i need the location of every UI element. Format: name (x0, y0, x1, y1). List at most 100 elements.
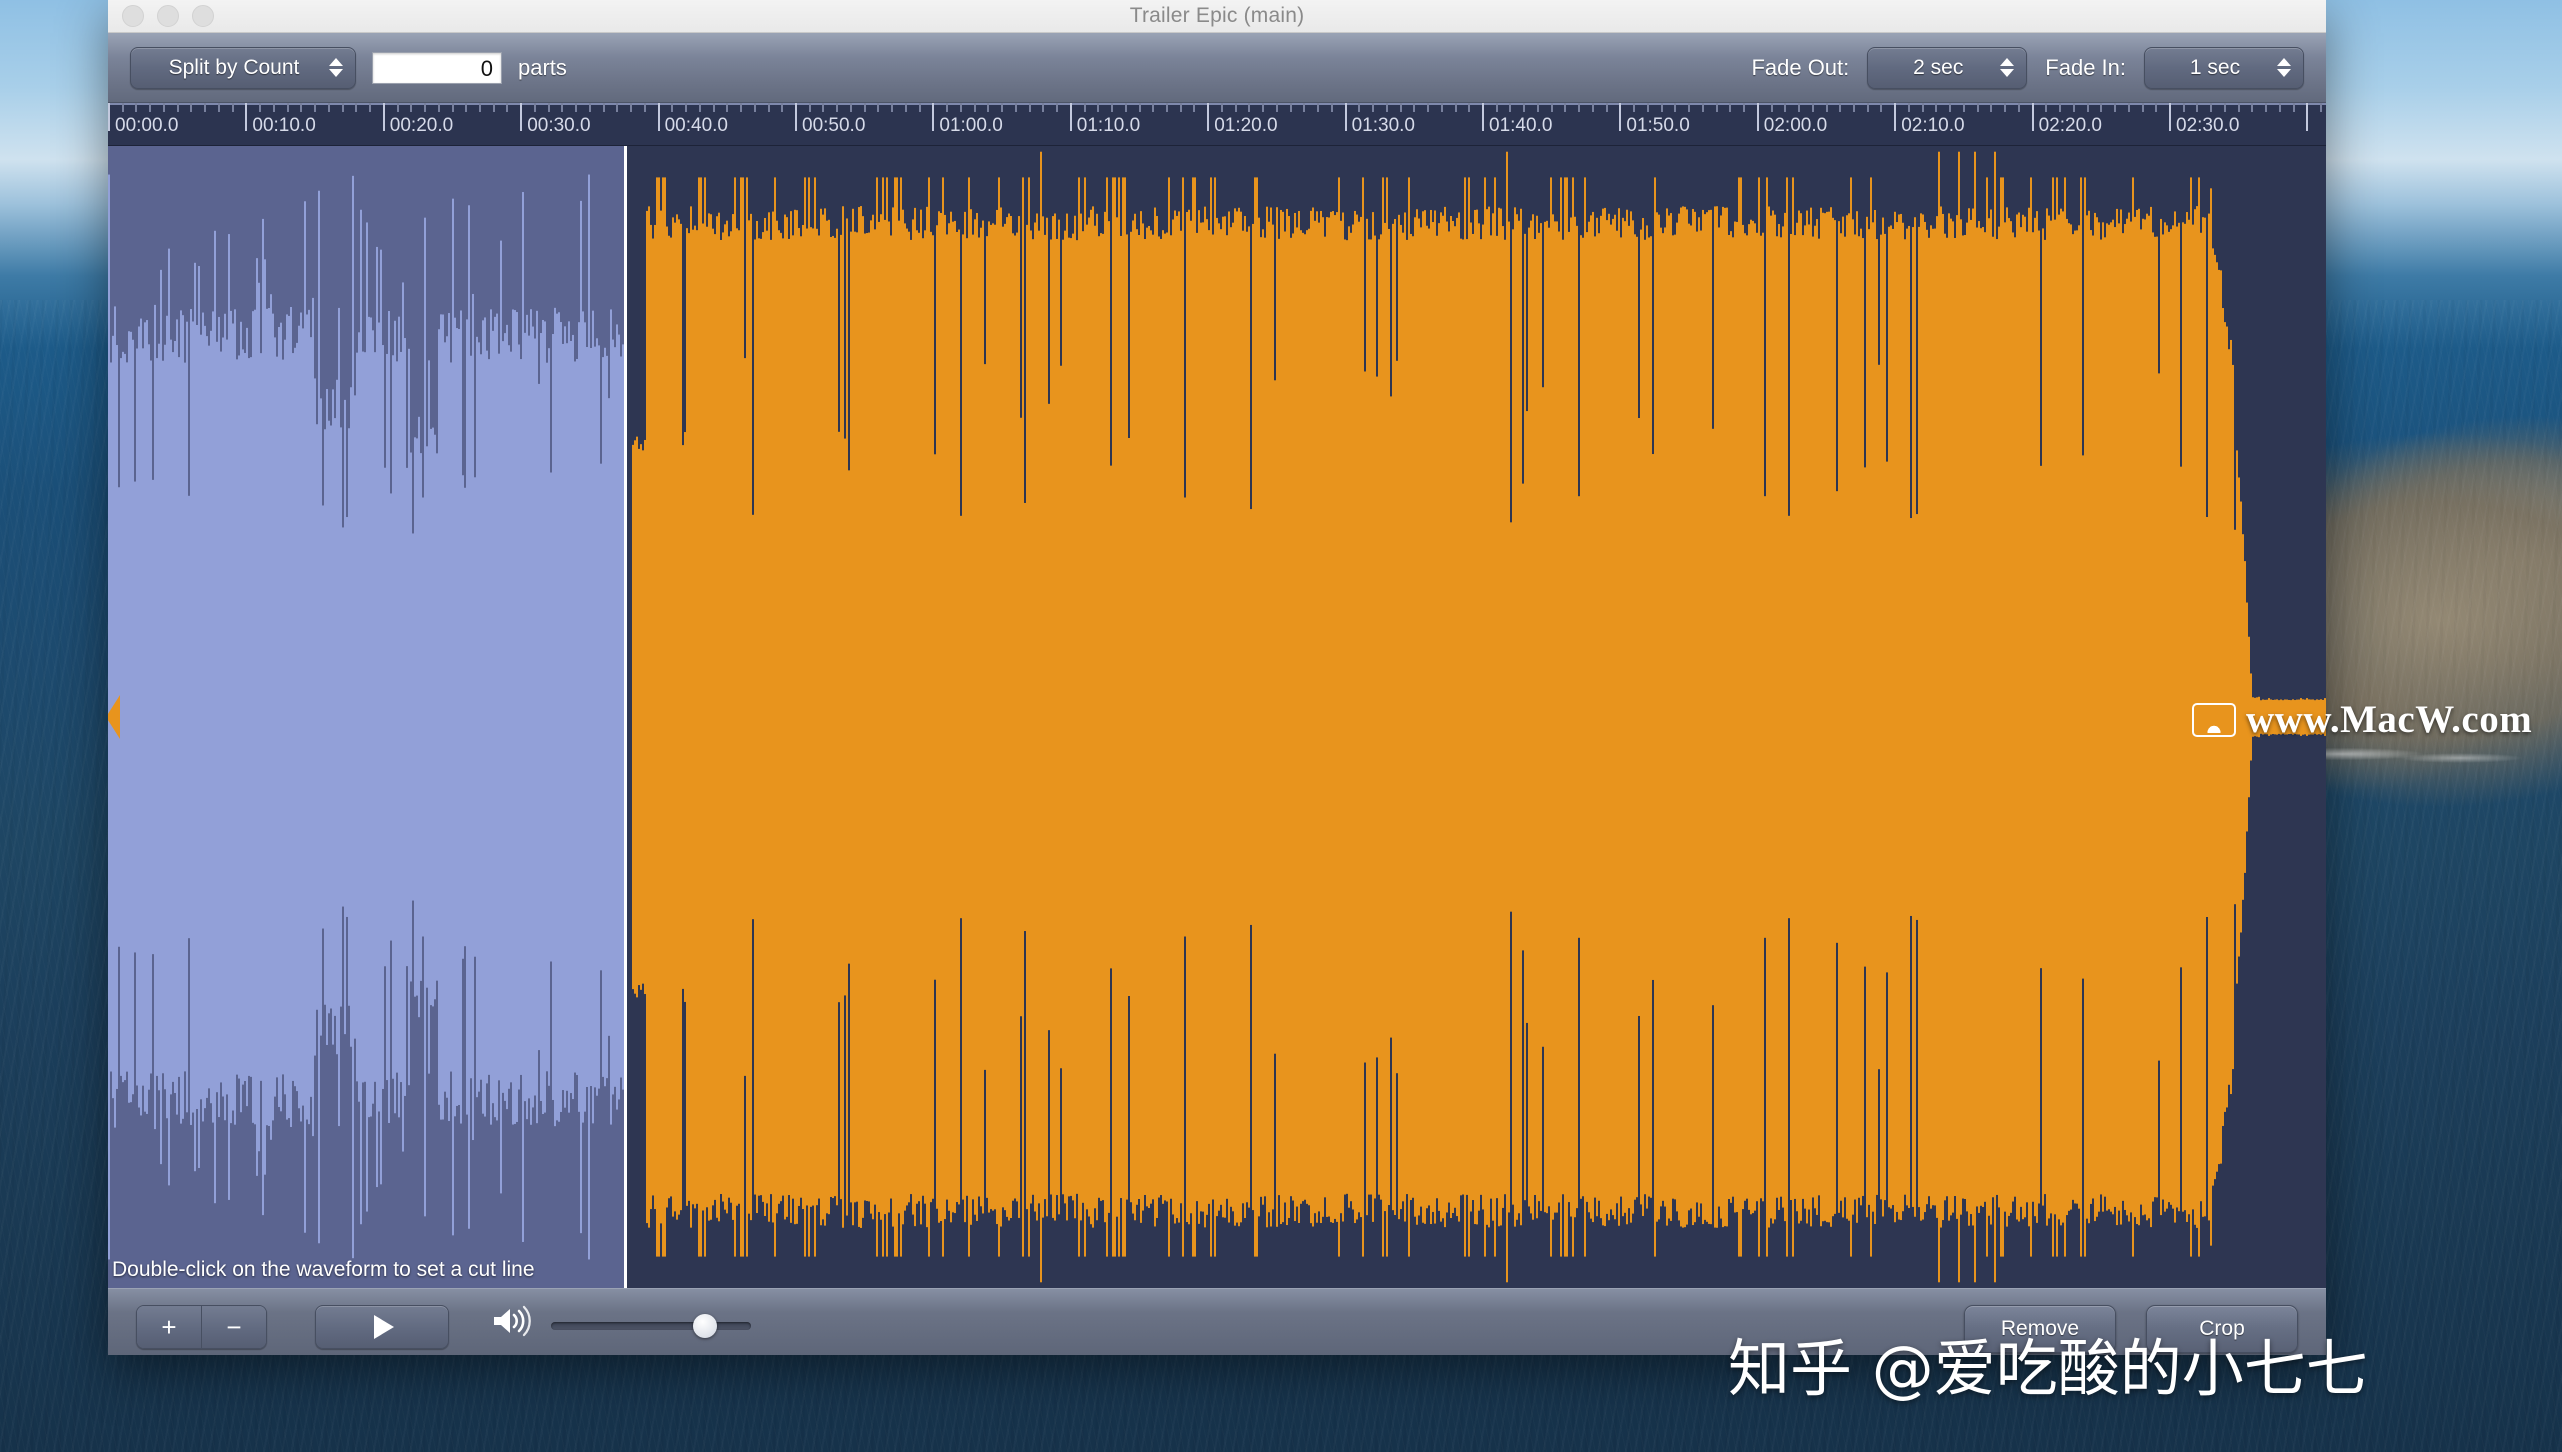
ruler-minor-tick (1289, 103, 1292, 112)
ruler-minor-tick (822, 103, 825, 112)
ruler-minor-tick (630, 103, 633, 112)
ruler-minor-tick (217, 103, 220, 112)
ruler-minor-tick (533, 103, 536, 112)
ruler-minor-tick (740, 103, 743, 112)
ruler-minor-tick (2100, 103, 2103, 112)
ruler-label: 01:50.0 (1626, 115, 1690, 136)
ruler-minor-tick (877, 103, 880, 112)
ruler-minor-tick (2017, 103, 2020, 112)
fade-in-popup[interactable]: 1 sec (2144, 46, 2304, 89)
ruler-minor-tick (1701, 103, 1704, 112)
ruler-minor-tick (1921, 103, 1924, 112)
ruler-minor-tick (2237, 103, 2240, 112)
ruler-minor-tick (1949, 103, 1952, 112)
ruler-minor-tick (437, 103, 440, 112)
ruler-minor-tick (1413, 103, 1416, 112)
ruler-minor-tick (808, 103, 811, 112)
ruler-minor-tick (1495, 103, 1498, 112)
ruler-minor-tick (190, 103, 193, 112)
ruler-minor-tick (1509, 103, 1512, 112)
ruler-label: 01:10.0 (1076, 115, 1141, 136)
ruler-minor-tick (904, 103, 907, 112)
ruler-minor-tick (1907, 103, 1910, 112)
split-mode-label: Split by Count (168, 55, 300, 79)
ruler-minor-tick (1179, 103, 1182, 112)
top-toolbar: Split by Count 0 parts Fade Out: 2 sec F… (108, 33, 2326, 103)
volume-slider-track (551, 1322, 751, 1330)
fade-out-value: 2 sec (1913, 55, 1964, 79)
ruler-minor-tick (1550, 103, 1553, 112)
ruler-minor-tick (1976, 103, 1979, 112)
fade-out-label: Fade Out: (1751, 54, 1850, 80)
ruler-minor-tick (1138, 103, 1141, 112)
ruler-minor-tick (1935, 103, 1938, 112)
ruler-minor-tick (1784, 103, 1787, 112)
ruler-label: 00:00.0 (115, 115, 179, 136)
ruler-minor-tick (1798, 103, 1801, 112)
parts-count-input[interactable]: 0 (372, 51, 502, 84)
play-icon (374, 1315, 394, 1339)
ruler-minor-tick (1880, 103, 1883, 112)
waveform-view[interactable]: Double-click on the waveform to set a cu… (108, 146, 2326, 1288)
zoom-button[interactable] (192, 5, 214, 27)
fade-in-value: 1 sec (2189, 55, 2241, 79)
ruler-minor-tick (2265, 103, 2268, 112)
ruler-minor-tick (314, 103, 317, 112)
ruler-minor-tick (616, 103, 619, 112)
ruler-minor-tick (973, 103, 976, 112)
ruler-minor-tick (300, 103, 303, 112)
ruler-minor-tick (1152, 103, 1155, 112)
ruler-minor-tick (1454, 103, 1457, 112)
ruler-minor-tick (946, 103, 949, 112)
window-titlebar: Trailer Epic (main) (108, 0, 2326, 33)
ruler-label: 00:50.0 (802, 115, 866, 136)
ruler-minor-tick (575, 103, 578, 112)
volume-slider-knob[interactable] (693, 1314, 717, 1338)
ruler-minor-tick (602, 103, 605, 112)
split-mode-popup[interactable]: Split by Count (130, 46, 356, 89)
close-button[interactable] (122, 5, 144, 27)
ruler-minor-tick (465, 103, 468, 112)
remove-button[interactable]: Remove (1964, 1305, 2116, 1353)
play-button[interactable] (315, 1305, 449, 1349)
ruler-minor-tick (506, 103, 509, 112)
ruler-label: 01:00.0 (939, 115, 1003, 136)
ruler-minor-tick (424, 103, 427, 112)
fade-out-stepper-icon (2000, 58, 2015, 77)
minimize-button[interactable] (157, 5, 179, 27)
volume-slider[interactable] (551, 1305, 751, 1347)
fade-out-popup[interactable]: 2 sec (1867, 46, 2028, 89)
ruler-minor-tick (547, 103, 550, 112)
ruler-minor-tick (1303, 103, 1306, 112)
timeline-ruler[interactable]: 00:00.0 00:10.0 00:20.0 00:30.0 00:40.0 00:50… (108, 103, 2326, 146)
zoom-out-button[interactable]: − (201, 1306, 266, 1348)
ruler-minor-tick (1358, 103, 1361, 112)
ruler-minor-tick (259, 103, 262, 112)
ruler-minor-tick (671, 103, 674, 112)
ruler-minor-tick (918, 103, 921, 112)
waveform-graphic (108, 151, 2326, 1283)
ruler-label: 00:40.0 (664, 115, 728, 136)
crop-button[interactable]: Crop (2146, 1305, 2298, 1353)
ruler-minor-tick (1962, 103, 1965, 112)
ruler-minor-tick (2182, 103, 2185, 112)
ruler-minor-tick (2004, 103, 2007, 112)
ruler-minor-tick (1372, 103, 1375, 112)
ruler-minor-tick (1193, 103, 1196, 112)
ruler-minor-tick (1839, 103, 1842, 112)
zoom-segmented-control: + − (136, 1305, 267, 1349)
ruler-label: 02:00.0 (1763, 115, 1828, 136)
ruler-minor-tick (272, 103, 275, 112)
waveform-hint-text: Double-click on the waveform to set a cu… (112, 1258, 535, 1281)
ruler-label: 00:30.0 (527, 115, 591, 136)
ruler-minor-tick (781, 103, 784, 112)
ruler-minor-tick (588, 103, 591, 112)
ruler-minor-tick (1866, 103, 1869, 112)
ruler-minor-tick (2114, 103, 2117, 112)
ruler-minor-tick (1042, 103, 1045, 112)
ruler-minor-tick (1124, 103, 1127, 112)
screen: Trailer Epic (main) Split by Count 0 par… (0, 0, 2562, 1452)
zoom-in-button[interactable]: + (137, 1306, 201, 1348)
ruler-minor-tick (1523, 103, 1526, 112)
ruler-minor-tick (1427, 103, 1430, 112)
